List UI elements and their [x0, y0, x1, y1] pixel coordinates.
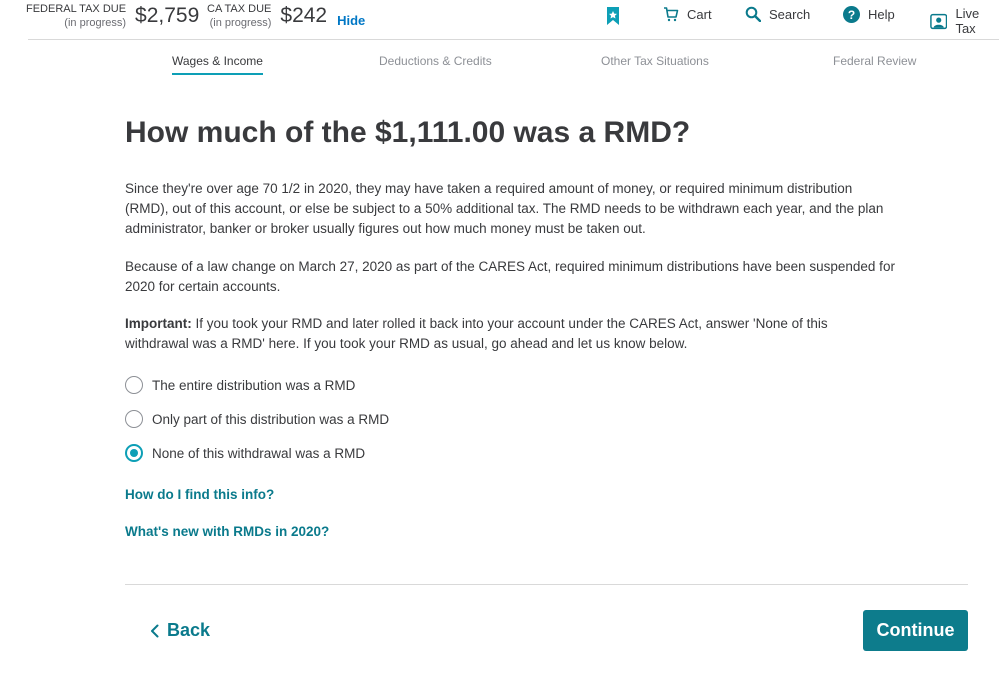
active-tab-indicator [172, 73, 263, 75]
continue-button[interactable]: Continue [863, 610, 968, 651]
tab-federal-review[interactable]: Federal Review [833, 54, 916, 68]
radio-button-selected[interactable] [125, 444, 143, 462]
page-title: How much of the $1,111.00 was a RMD? [125, 116, 691, 149]
whats-new-rmd-link[interactable]: What's new with RMDs in 2020? [125, 524, 329, 539]
live-tax-expert-icon [930, 13, 948, 29]
help-icon: ? [843, 6, 860, 23]
state-tax-due: CA TAX DUE (in progress) $242 Hide [207, 2, 365, 30]
radio-button[interactable] [125, 410, 143, 428]
search-button[interactable]: Search [745, 6, 810, 22]
hide-tax-link[interactable]: Hide [337, 13, 365, 28]
live-tax-label: Live Tax [955, 6, 980, 36]
search-label: Search [769, 6, 811, 22]
cares-act-note: Because of a law change on March 27, 202… [125, 259, 895, 294]
bookmark-button[interactable] [606, 6, 628, 26]
important-text: If you took your RMD and later rolled it… [125, 316, 828, 351]
federal-tax-amount: $2,759 [135, 4, 200, 27]
option-label: The entire distribution was a RMD [152, 377, 356, 393]
live-tax-button[interactable]: Live Tax [930, 6, 999, 36]
bookmark-icon [607, 7, 619, 25]
top-header: FEDERAL TAX DUE (in progress) $2,759 CA … [0, 0, 999, 40]
tab-other-tax-situations[interactable]: Other Tax Situations [601, 54, 709, 68]
state-tax-status: (in progress) [209, 17, 272, 29]
state-tax-label: CA TAX DUE [207, 3, 272, 15]
radio-button[interactable] [125, 376, 143, 394]
option-none-rmd[interactable]: None of this withdrawal was a RMD [125, 444, 365, 462]
svg-text:?: ? [848, 8, 855, 22]
tab-wages-income[interactable]: Wages & Income [172, 54, 263, 75]
federal-tax-status: (in progress) [64, 17, 127, 29]
important-note: Important: If you took your RMD and late… [125, 314, 895, 354]
progress-tabs: Wages & Income Deductions & Credits Othe… [0, 54, 999, 78]
option-entire-distribution[interactable]: The entire distribution was a RMD [125, 376, 355, 394]
back-button[interactable]: Back [150, 620, 210, 641]
how-find-info-link[interactable]: How do I find this info? [125, 487, 274, 502]
option-label: Only part of this distribution was a RMD [152, 411, 390, 427]
federal-tax-due: FEDERAL TAX DUE (in progress) $2,759 [26, 2, 199, 30]
important-label: Important: [125, 316, 192, 331]
help-label: Help [868, 7, 895, 22]
tab-deductions-credits[interactable]: Deductions & Credits [379, 54, 492, 68]
rmd-explanation: Since they're over age 70 1/2 in 2020, t… [125, 181, 884, 236]
cart-label: Cart [687, 6, 712, 22]
option-label: None of this withdrawal was a RMD [152, 445, 366, 461]
help-button[interactable]: ? Help [843, 6, 895, 23]
cart-icon [664, 7, 679, 22]
search-icon [745, 6, 761, 22]
header-divider [28, 39, 999, 40]
state-tax-amount: $242 [280, 4, 328, 27]
back-label: Back [167, 620, 211, 640]
cart-button[interactable]: Cart [663, 6, 712, 22]
option-part-distribution[interactable]: Only part of this distribution was a RMD [125, 410, 389, 428]
chevron-left-icon [151, 624, 159, 637]
footer-divider [125, 584, 968, 585]
federal-tax-label: FEDERAL TAX DUE [26, 3, 127, 15]
